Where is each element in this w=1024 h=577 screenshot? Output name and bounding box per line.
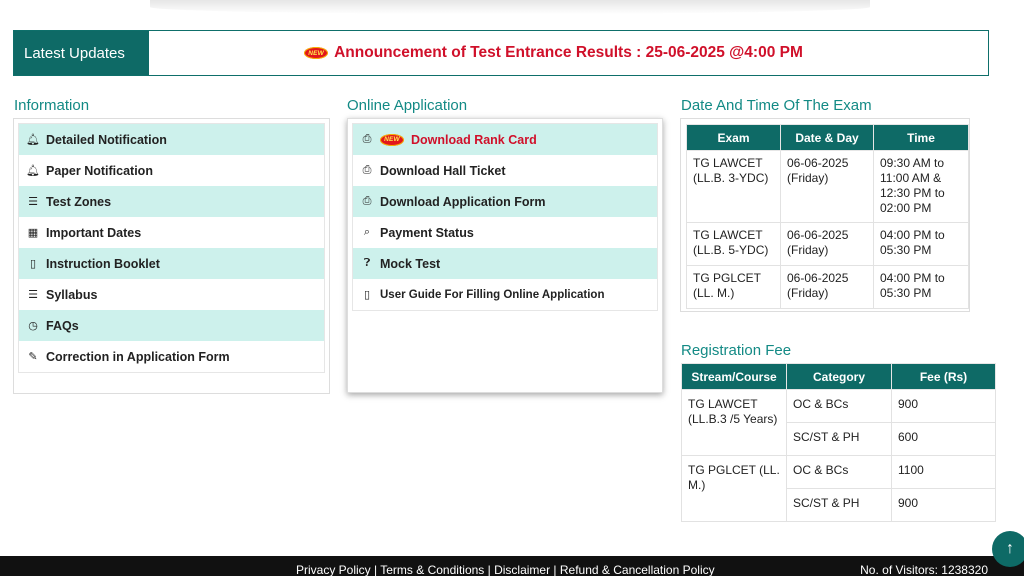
online-item-download-rank-card[interactable]: ⎙ NEW Download Rank Card xyxy=(353,124,657,155)
new-badge-icon: NEW xyxy=(304,47,329,59)
menu-item-label: Payment Status xyxy=(380,225,474,240)
exam-schedule-title: Date And Time Of The Exam xyxy=(681,97,872,114)
announcement-text[interactable]: Announcement of Test Entrance Results : … xyxy=(334,44,803,62)
cell-category: SC/ST & PH xyxy=(786,422,892,456)
cell-date: 06-06-2025 (Friday) xyxy=(780,265,874,309)
online-item-download-application-form[interactable]: ⎙ Download Application Form xyxy=(353,186,657,217)
cell-course: TG LAWCET (LL.B.3 /5 Years) xyxy=(681,389,787,456)
info-item-test-zones[interactable]: ☰ Test Zones xyxy=(19,186,324,217)
info-item-syllabus[interactable]: ☰ Syllabus xyxy=(19,279,324,310)
menu-item-label: Important Dates xyxy=(46,225,142,240)
cell-exam: TG PGLCET (LL. M.) xyxy=(686,265,781,309)
new-badge-icon: NEW xyxy=(380,133,404,146)
column-header-time: Time xyxy=(873,124,969,151)
column-header-course: Stream/Course xyxy=(681,363,787,390)
menu-item-label: Detailed Notification xyxy=(46,132,167,147)
calendar-icon: ▦ xyxy=(27,227,39,239)
info-item-correction[interactable]: ✎ Correction in Application Form xyxy=(19,341,324,372)
cell-exam: TG LAWCET (LL.B. 5-YDC) xyxy=(686,222,781,266)
printer-icon: ⎙ xyxy=(362,164,372,176)
cell-time: 04:00 PM to 05:30 PM xyxy=(873,222,969,266)
column-header-category: Category xyxy=(786,363,892,390)
registration-fee-title: Registration Fee xyxy=(681,342,792,359)
latest-updates-bar: Latest Updates NEW Announcement of Test … xyxy=(13,30,989,76)
cell-time: 09:30 AM to 11:00 AM & 12:30 PM to 02:00… xyxy=(873,150,969,223)
cell-fee: 1100 xyxy=(891,455,996,489)
exam-schedule-panel: Exam Date & Day Time TG LAWCET (LL.B. 3-… xyxy=(680,118,970,312)
online-item-user-guide[interactable]: ▯ User Guide For Filling Online Applicat… xyxy=(353,279,657,310)
arrow-up-icon: ↑ xyxy=(1006,540,1014,557)
info-item-paper-notification[interactable]: 🔔︎ Paper Notification xyxy=(19,155,324,186)
cell-date: 06-06-2025 (Friday) xyxy=(780,222,874,266)
exam-schedule-table: Exam Date & Day Time TG LAWCET (LL.B. 3-… xyxy=(686,124,969,309)
table-row: TG LAWCET (LL.B.3 /5 Years) OC & BCs 900 xyxy=(681,389,996,456)
online-item-download-hall-ticket[interactable]: ⎙ Download Hall Ticket xyxy=(353,155,657,186)
cell-fee: 900 xyxy=(891,488,996,522)
question-icon: ❓︎ xyxy=(363,257,371,269)
info-item-detailed-notification[interactable]: 🔔︎ Detailed Notification xyxy=(19,124,324,155)
menu-item-label: Correction in Application Form xyxy=(46,349,230,364)
menu-item-label: FAQs xyxy=(46,318,79,333)
menu-item-label: Download Application Form xyxy=(380,194,546,209)
edit-icon: ✎ xyxy=(28,351,38,363)
list-icon: ☰ xyxy=(28,289,38,301)
table-row: TG PGLCET (LL. M.) 06-06-2025 (Friday) 0… xyxy=(686,265,969,309)
printer-icon: ⎙ xyxy=(362,195,372,207)
information-panel: 🔔︎ Detailed Notification 🔔︎ Paper Notifi… xyxy=(13,118,330,394)
table-row: TG PGLCET (LL. M.) OC & BCs 1100 xyxy=(681,455,996,522)
info-item-instruction-booklet[interactable]: ▯ Instruction Booklet xyxy=(19,248,324,279)
list-icon: ☰ xyxy=(28,196,38,208)
clock-icon: ◷ xyxy=(28,320,38,332)
footer: Privacy Policy | Terms & Conditions | Di… xyxy=(0,556,1024,577)
table-row: TG LAWCET (LL.B. 5-YDC) 06-06-2025 (Frid… xyxy=(686,222,969,266)
information-title: Information xyxy=(14,97,90,114)
column-header-date: Date & Day xyxy=(780,124,874,151)
menu-item-label: Paper Notification xyxy=(46,163,153,178)
info-item-important-dates[interactable]: ▦ Important Dates xyxy=(19,217,324,248)
table-row: TG LAWCET (LL.B. 3-YDC) 06-06-2025 (Frid… xyxy=(686,150,969,223)
announcement[interactable]: NEW Announcement of Test Entrance Result… xyxy=(149,31,988,75)
bell-icon: 🔔︎ xyxy=(26,165,40,177)
footer-links[interactable]: Privacy Policy | Terms & Conditions | Di… xyxy=(296,563,715,577)
cell-fee: 900 xyxy=(891,389,996,423)
bell-icon: 🔔︎ xyxy=(26,134,40,146)
cell-time: 04:00 PM to 05:30 PM xyxy=(873,265,969,309)
online-application-panel: ⎙ NEW Download Rank Card ⎙ Download Hall… xyxy=(347,118,663,393)
online-item-mock-test[interactable]: ❓︎ Mock Test xyxy=(353,248,657,279)
online-application-title: Online Application xyxy=(347,97,468,114)
registration-fee-table: Stream/Course Category Fee (Rs) TG LAWCE… xyxy=(681,363,996,522)
menu-item-label: Test Zones xyxy=(46,194,112,209)
cell-fee: 600 xyxy=(891,422,996,456)
column-header-fee: Fee (Rs) xyxy=(891,363,996,390)
online-item-payment-status[interactable]: ⌕ Payment Status xyxy=(353,217,657,248)
top-shadow xyxy=(150,0,870,14)
search-icon: ⌕ xyxy=(363,226,371,238)
menu-item-label: Mock Test xyxy=(380,256,441,271)
latest-updates-label: Latest Updates xyxy=(14,31,149,75)
cell-date: 06-06-2025 (Friday) xyxy=(780,150,874,223)
cell-category: OC & BCs xyxy=(786,389,892,423)
column-header-exam: Exam xyxy=(686,124,781,151)
menu-item-label: User Guide For Filling Online Applicatio… xyxy=(380,288,605,301)
menu-item-label: Instruction Booklet xyxy=(46,256,160,271)
cell-category: OC & BCs xyxy=(786,455,892,489)
visitor-counter: No. of Visitors: 1238320 xyxy=(860,563,988,577)
cell-exam: TG LAWCET (LL.B. 3-YDC) xyxy=(686,150,781,223)
printer-icon: ⎙ xyxy=(362,133,372,145)
file-icon: ▯ xyxy=(29,258,37,270)
menu-item-label: Download Hall Ticket xyxy=(380,163,506,178)
menu-item-label: Syllabus xyxy=(46,287,98,302)
menu-item-label: Download Rank Card xyxy=(411,132,537,147)
cell-course: TG PGLCET (LL. M.) xyxy=(681,455,787,522)
scroll-to-top-button[interactable]: ↑ xyxy=(992,531,1024,567)
file-icon: ▯ xyxy=(363,289,371,301)
cell-category: SC/ST & PH xyxy=(786,488,892,522)
info-item-faqs[interactable]: ◷ FAQs xyxy=(19,310,324,341)
